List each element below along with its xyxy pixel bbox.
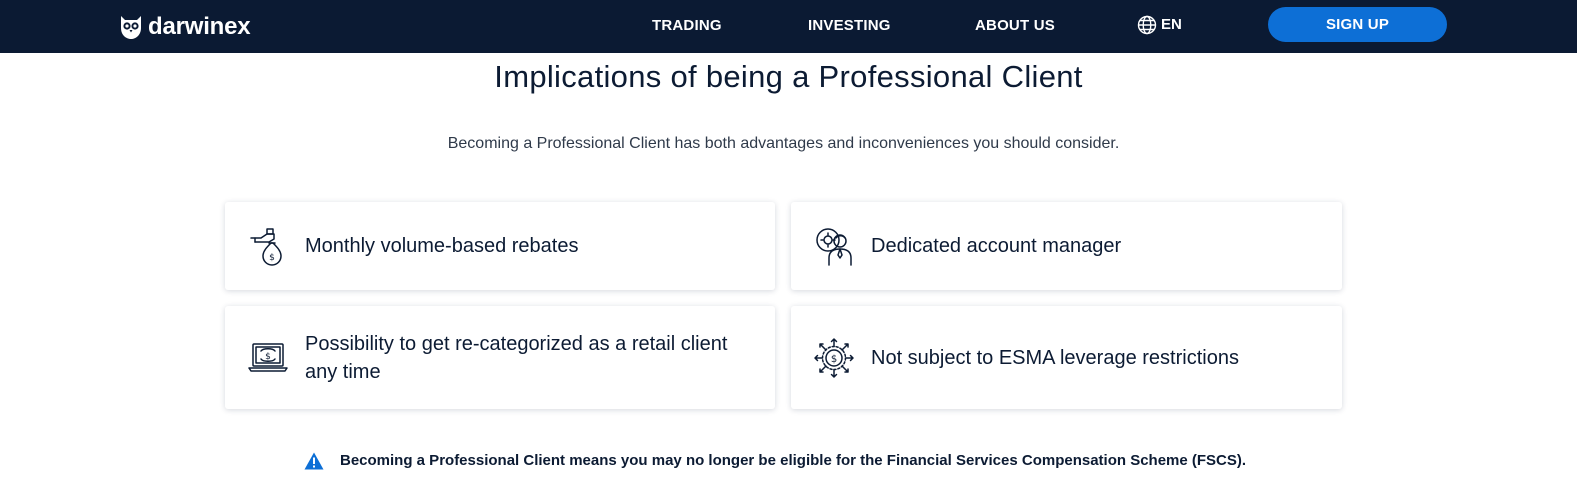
feature-card-esma: $ Not subject to ESMA leverage restricti…: [791, 306, 1342, 409]
owl-logo-icon: [121, 16, 141, 39]
globe-icon: [1137, 15, 1157, 35]
svg-text:$: $: [265, 352, 271, 362]
warning-icon: [304, 452, 324, 470]
laptop-dollar-icon: $: [247, 337, 289, 379]
notice-text: Becoming a Professional Client means you…: [340, 452, 1247, 469]
svg-text:$: $: [831, 354, 837, 365]
dollar-arrows-icon: $: [813, 337, 855, 379]
darwinex-logo[interactable]: darwinex: [118, 10, 251, 42]
language-code: EN: [1161, 16, 1182, 33]
svg-text:$: $: [269, 253, 275, 263]
sign-up-button[interactable]: SIGN UP: [1268, 7, 1447, 42]
account-manager-icon: [813, 225, 855, 267]
feature-card-account-manager: Dedicated account manager: [791, 202, 1342, 290]
feature-text: Possibility to get re-categorized as a r…: [305, 332, 728, 383]
nav-about-us[interactable]: ABOUT US: [975, 16, 1055, 36]
feature-text: Monthly volume-based rebates: [305, 235, 579, 257]
language-selector[interactable]: EN: [1137, 15, 1182, 35]
fscs-notice: Becoming a Professional Client means you…: [304, 451, 1246, 471]
top-navigation-bar: darwinex TRADING INVESTING ABOUT US EN S…: [0, 0, 1577, 53]
feature-text: Not subject to ESMA leverage restriction…: [871, 346, 1239, 369]
page-subtitle: Becoming a Professional Client has both …: [447, 135, 1120, 152]
feature-card-recategorize: $ Possibility to get re-categorized as a…: [225, 306, 775, 409]
feature-card-rebates: $ Monthly volume-based rebates: [225, 202, 775, 290]
money-bag-hand-icon: $: [247, 225, 289, 267]
brand-name: darwinex: [148, 13, 251, 40]
page-title: Implications of being a Professional Cli…: [494, 59, 1083, 94]
feature-text: Dedicated account manager: [871, 235, 1122, 257]
nav-trading[interactable]: TRADING: [652, 16, 722, 36]
nav-investing[interactable]: INVESTING: [808, 16, 891, 36]
